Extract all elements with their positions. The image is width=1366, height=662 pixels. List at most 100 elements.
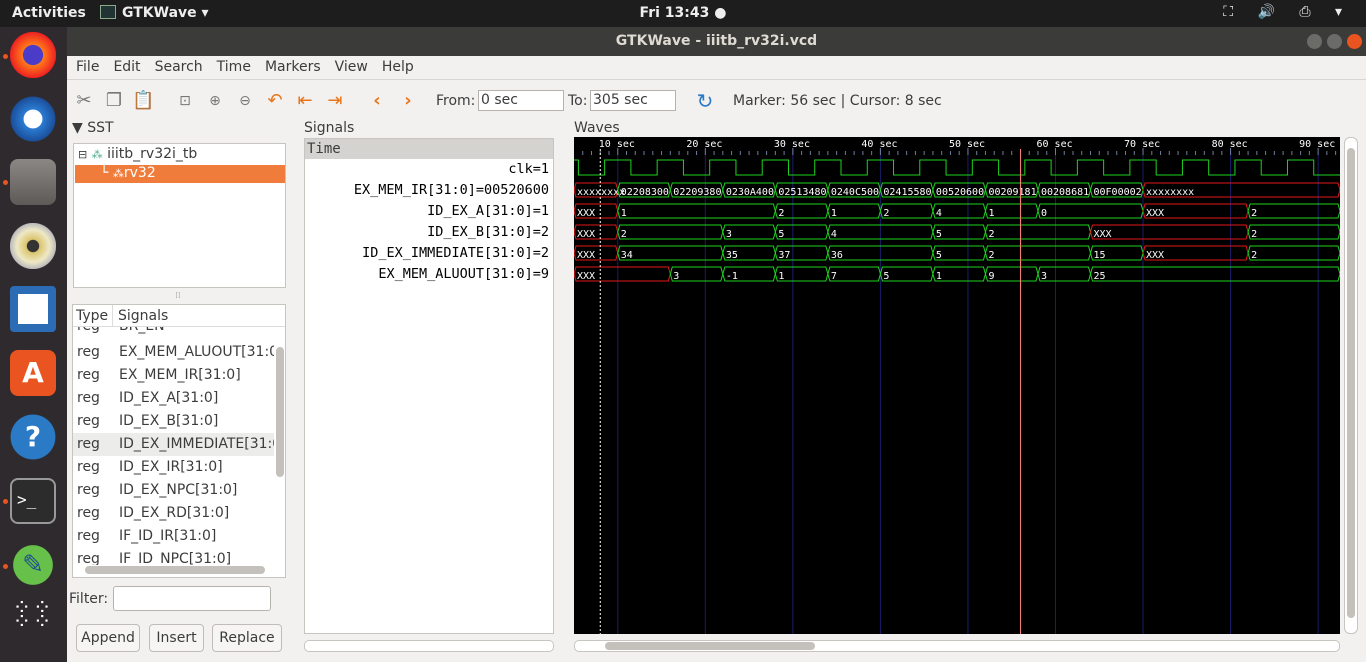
to-time-field[interactable]: 305 sec: [590, 90, 676, 111]
minimize-button[interactable]: [1307, 34, 1322, 49]
list-item[interactable]: reg ID_EX_IR[31:0]: [73, 456, 274, 479]
menu-search[interactable]: Search: [146, 56, 208, 75]
reload-icon[interactable]: ↻: [694, 90, 716, 112]
menu-edit[interactable]: Edit: [104, 56, 145, 75]
files-icon[interactable]: [10, 159, 56, 205]
gtkwave-app-icon: [100, 5, 116, 19]
bus-segment: [1247, 203, 1340, 219]
bus-value-label: XXX: [1146, 208, 1164, 219]
bus-value-label: 0240C500: [831, 187, 879, 198]
find-previous-edge-icon[interactable]: ‹: [366, 90, 388, 112]
bus-value-label: 02513480: [778, 187, 826, 198]
signal-row-id-ex-b[interactable]: ID_EX_B[31:0]=2: [305, 222, 553, 243]
waveform-canvas[interactable]: 10 sec 20 sec 30 sec 40 sec 50 sec 60 sec 70 s…: [574, 137, 1340, 634]
time-tick-label: 40 sec: [861, 139, 897, 150]
append-button[interactable]: Append: [76, 624, 140, 652]
activities-button[interactable]: Activities: [12, 5, 86, 21]
software-center-icon[interactable]: A: [10, 350, 56, 396]
zoom-to-end-icon[interactable]: ⇥: [324, 90, 346, 112]
help-icon[interactable]: ?: [10, 414, 56, 460]
bus-value-label: 00F00002: [1094, 187, 1142, 198]
copy-icon[interactable]: ❐: [103, 90, 125, 112]
signal-row-ex-mem-aluout[interactable]: EX_MEM_ALUOUT[31:0]=9: [305, 264, 553, 285]
list-item-selected[interactable]: reg ID_EX_IMMEDIATE[31:0]: [73, 433, 274, 456]
zoom-in-icon[interactable]: ⊕: [204, 90, 226, 112]
time-tick-label: 90 sec: [1299, 139, 1335, 150]
window-title: GTKWave - iiitb_rv32i.vcd: [615, 33, 818, 49]
dock: A ? >_ ✎ ⁘⁘ ⁘⁘: [0, 27, 67, 662]
bus-value-label: 0230A400: [726, 187, 774, 198]
bus-value-label: 25: [1094, 271, 1106, 282]
menu-view[interactable]: View: [326, 56, 373, 75]
zoom-to-start-icon[interactable]: ⇤: [294, 90, 316, 112]
signal-row-id-ex-a[interactable]: ID_EX_A[31:0]=1: [305, 201, 553, 222]
bus-value-label: 2: [1251, 250, 1257, 261]
collapse-icon[interactable]: ⊟: [78, 148, 87, 161]
app-menu[interactable]: GTKWave ▾: [100, 5, 209, 21]
list-item[interactable]: regBR_EN: [73, 327, 274, 338]
list-item[interactable]: reg ID_EX_NPC[31:0]: [73, 479, 274, 502]
scrollbar-thumb[interactable]: [276, 347, 284, 477]
list-item[interactable]: reg IF_ID_NPC[31:0]: [73, 548, 274, 565]
bus-value-label: XXX: [1146, 250, 1164, 261]
scrollbar-thumb[interactable]: [605, 642, 815, 650]
close-button[interactable]: [1347, 34, 1362, 49]
bus-value-label: XXX: [577, 271, 595, 282]
undo-zoom-icon[interactable]: ↶: [264, 90, 286, 112]
col-type[interactable]: Type: [76, 308, 108, 324]
vertical-scrollbar[interactable]: [275, 327, 285, 565]
signals-hscrollbar[interactable]: [304, 640, 554, 652]
sst-title[interactable]: ▼ SST: [72, 120, 114, 136]
menu-time[interactable]: Time: [208, 56, 256, 75]
waves-vscrollbar[interactable]: [1344, 137, 1358, 634]
filter-input[interactable]: [113, 586, 271, 611]
list-item[interactable]: reg EX_MEM_ALUOUT[31:0]: [73, 341, 274, 364]
signal-row-clk[interactable]: clk=1: [305, 159, 553, 180]
list-item[interactable]: reg EX_MEM_IR[31:0]: [73, 364, 274, 387]
pane-grip[interactable]: ⁞⁞: [175, 291, 185, 301]
signal-row-ex-mem-ir[interactable]: EX_MEM_IR[31:0]=00520600: [305, 180, 553, 201]
menu-markers[interactable]: Markers: [256, 56, 326, 75]
menu-file[interactable]: File: [67, 56, 104, 75]
running-indicator: [3, 499, 8, 504]
col-signals[interactable]: Signals: [112, 305, 168, 327]
zoom-out-icon[interactable]: ⊖: [234, 90, 256, 112]
cut-icon[interactable]: ✂: [73, 90, 95, 112]
module-icon: ⁂: [91, 148, 103, 161]
scrollbar-thumb[interactable]: [1347, 148, 1355, 618]
gtkwave-dock-icon[interactable]: ✎: [10, 542, 56, 588]
list-item[interactable]: reg ID_EX_B[31:0]: [73, 410, 274, 433]
bus-segment: [617, 203, 776, 219]
libreoffice-writer-icon[interactable]: [10, 286, 56, 332]
bus-value-label: 35: [726, 250, 738, 261]
from-time-field[interactable]: 0 sec: [478, 90, 564, 111]
sst-signal-list: Type Signals regBR_EN regEX_MEM_ALUOUT[3…: [72, 304, 286, 578]
waves-hscrollbar[interactable]: [574, 640, 1340, 652]
time-tick-label: 30 sec: [774, 139, 810, 150]
list-item[interactable]: reg IF_ID_IR[31:0]: [73, 525, 274, 548]
maximize-button[interactable]: [1327, 34, 1342, 49]
terminal-icon[interactable]: >_: [10, 478, 56, 524]
find-next-edge-icon[interactable]: ›: [397, 90, 419, 112]
system-tray[interactable]: ⛶ 🔊 ⎙ ▾: [1223, 4, 1352, 20]
insert-button[interactable]: Insert: [149, 624, 204, 652]
paste-icon[interactable]: 📋: [132, 90, 154, 112]
show-apps-icon[interactable]: ⁘⁘ ⁘⁘: [10, 598, 56, 648]
menu-bar: File Edit Search Time Markers View Help: [67, 56, 1366, 80]
bus-value-label: 5: [936, 250, 942, 261]
thunderbird-icon[interactable]: [10, 96, 56, 142]
list-item[interactable]: reg ID_EX_RD[31:0]: [73, 502, 274, 525]
bus-value-label: xxxxxxxx: [1146, 187, 1194, 198]
firefox-icon[interactable]: [10, 32, 56, 78]
tree-node-rv32[interactable]: └ ⁂rv32: [75, 165, 285, 183]
rhythmbox-icon[interactable]: [10, 223, 56, 269]
signal-row-id-ex-immediate[interactable]: ID_EX_IMMEDIATE[31:0]=2: [305, 243, 553, 264]
time-tick-label: 60 sec: [1036, 139, 1072, 150]
zoom-fit-icon[interactable]: ⊡: [174, 90, 196, 112]
menu-help[interactable]: Help: [373, 56, 419, 75]
bus-value-label: 1: [621, 208, 627, 219]
list-item[interactable]: reg ID_EX_A[31:0]: [73, 387, 274, 410]
replace-button[interactable]: Replace: [212, 624, 282, 652]
horizontal-scrollbar[interactable]: [85, 566, 265, 574]
tree-node-tb[interactable]: ⊟ ⁂ iiitb_rv32i_tb: [78, 146, 197, 162]
